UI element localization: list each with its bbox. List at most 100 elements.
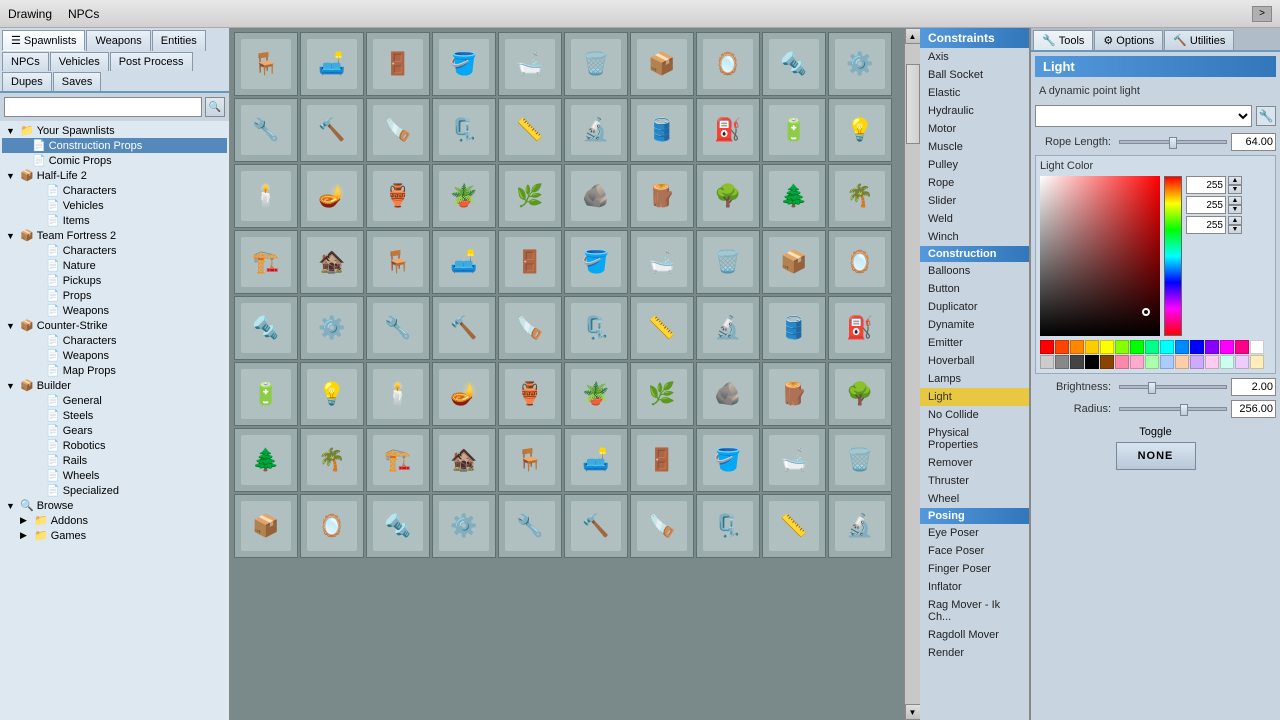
constraint-item-lamps[interactable]: Lamps: [920, 370, 1029, 388]
hue-strip[interactable]: [1164, 176, 1182, 336]
brightness-value[interactable]: [1231, 378, 1276, 396]
prop-item[interactable]: ⛽: [828, 296, 892, 360]
color-swatch-11[interactable]: [1205, 340, 1219, 354]
search-input[interactable]: [4, 97, 202, 117]
prop-item[interactable]: 🔧: [234, 98, 298, 162]
color-swatch-12[interactable]: [1220, 340, 1234, 354]
constraint-item-rag-mover---ik-ch...[interactable]: Rag Mover - Ik Ch...: [920, 596, 1029, 626]
tree-item-tf2-weapons[interactable]: 📄Weapons: [2, 303, 227, 318]
constraint-item-duplicator[interactable]: Duplicator: [920, 298, 1029, 316]
color-swatch-0[interactable]: [1040, 340, 1054, 354]
tab-utilities[interactable]: 🔨 Utilities: [1164, 30, 1234, 50]
rgb-b-up[interactable]: ▲: [1228, 216, 1242, 225]
constraint-item-elastic[interactable]: Elastic: [920, 84, 1029, 102]
color-swatch-29[interactable]: [1250, 355, 1264, 369]
constraint-item-remover[interactable]: Remover: [920, 454, 1029, 472]
tab-entities[interactable]: Entities: [152, 30, 206, 51]
tree-item-your-spawnlists[interactable]: ▼📁Your Spawnlists: [2, 123, 227, 138]
prop-item[interactable]: 🔩: [234, 296, 298, 360]
rope-length-value[interactable]: [1231, 133, 1276, 151]
prop-item[interactable]: 🔬: [564, 98, 628, 162]
prop-item[interactable]: 🔩: [366, 494, 430, 558]
prop-item[interactable]: 🏺: [498, 362, 562, 426]
constraint-item-wheel[interactable]: Wheel: [920, 490, 1029, 508]
tree-item-cs-weapons[interactable]: 📄Weapons: [2, 348, 227, 363]
prop-item[interactable]: 📏: [498, 98, 562, 162]
tree-item-tf2-props[interactable]: 📄Props: [2, 288, 227, 303]
prop-item[interactable]: 🛁: [498, 32, 562, 96]
color-swatch-20[interactable]: [1115, 355, 1129, 369]
expander[interactable]: ▼: [6, 171, 18, 181]
prop-item[interactable]: 🏚️: [432, 428, 496, 492]
color-swatch-23[interactable]: [1160, 355, 1174, 369]
prop-item[interactable]: ⚙️: [432, 494, 496, 558]
props-scrollbar[interactable]: ▲ ▼: [904, 28, 920, 720]
brightness-slider[interactable]: [1119, 385, 1227, 389]
tree-item-cs-map-props[interactable]: 📄Map Props: [2, 363, 227, 378]
constraint-item-no-collide[interactable]: No Collide: [920, 406, 1029, 424]
prop-item[interactable]: 💡: [828, 98, 892, 162]
prop-item[interactable]: 🗑️: [696, 230, 760, 294]
prop-item[interactable]: 🔧: [366, 296, 430, 360]
constraint-item-hoverball[interactable]: Hoverball: [920, 352, 1029, 370]
prop-item[interactable]: 🗜️: [696, 494, 760, 558]
prop-item[interactable]: 🪞: [696, 32, 760, 96]
prop-item[interactable]: 🔩: [762, 32, 826, 96]
constraint-item-winch[interactable]: Winch: [920, 228, 1029, 246]
prop-item[interactable]: ⛽: [696, 98, 760, 162]
rope-length-slider[interactable]: [1119, 140, 1227, 144]
color-gradient[interactable]: [1040, 176, 1160, 336]
constraint-item-inflator[interactable]: Inflator: [920, 578, 1029, 596]
expander[interactable]: ▼: [6, 501, 18, 511]
prop-item[interactable]: 🪣: [432, 32, 496, 96]
color-swatch-25[interactable]: [1190, 355, 1204, 369]
constraint-item-render[interactable]: Render: [920, 644, 1029, 662]
constraint-item-finger-poser[interactable]: Finger Poser: [920, 560, 1029, 578]
rgb-g-up[interactable]: ▲: [1228, 196, 1242, 205]
prop-item[interactable]: 🏗️: [366, 428, 430, 492]
prop-item[interactable]: ⚙️: [300, 296, 364, 360]
prop-item[interactable]: 🌳: [696, 164, 760, 228]
tree-item-hl2-characters[interactable]: 📄Characters: [2, 183, 227, 198]
constraint-item-thruster[interactable]: Thruster: [920, 472, 1029, 490]
prop-item[interactable]: 🔧: [498, 494, 562, 558]
tree-item-construction-props[interactable]: 📄Construction Props: [2, 138, 227, 153]
prop-item[interactable]: 🏚️: [300, 230, 364, 294]
tree-item-builder-general[interactable]: 📄General: [2, 393, 227, 408]
prop-item[interactable]: 🔬: [828, 494, 892, 558]
radius-slider[interactable]: [1119, 407, 1227, 411]
rgb-b-input[interactable]: [1186, 216, 1226, 234]
prop-item[interactable]: 💡: [300, 362, 364, 426]
prop-item[interactable]: 🗜️: [564, 296, 628, 360]
prop-item[interactable]: 🌿: [630, 362, 694, 426]
constraint-item-weld[interactable]: Weld: [920, 210, 1029, 228]
tree-item-hl2-vehicles[interactable]: 📄Vehicles: [2, 198, 227, 213]
rgb-r-input[interactable]: [1186, 176, 1226, 194]
color-swatch-1[interactable]: [1055, 340, 1069, 354]
constraint-item-rope[interactable]: Rope: [920, 174, 1029, 192]
color-swatch-14[interactable]: [1250, 340, 1264, 354]
prop-item[interactable]: 🏗️: [234, 230, 298, 294]
prop-item[interactable]: 🪚: [498, 296, 562, 360]
tree-item-browse-addons[interactable]: ▶📁Addons: [2, 513, 227, 528]
tree-item-browse[interactable]: ▼🔍Browse: [2, 498, 227, 513]
light-wrench-button[interactable]: 🔧: [1256, 106, 1276, 126]
color-swatch-16[interactable]: [1055, 355, 1069, 369]
constraint-item-axis[interactable]: Axis: [920, 48, 1029, 66]
prop-item[interactable]: 🪔: [432, 362, 496, 426]
color-swatch-2[interactable]: [1070, 340, 1084, 354]
prop-item[interactable]: 🌲: [234, 428, 298, 492]
tree-item-builder[interactable]: ▼📦Builder: [2, 378, 227, 393]
prop-item[interactable]: 🪨: [696, 362, 760, 426]
prop-item[interactable]: 📏: [762, 494, 826, 558]
prop-item[interactable]: 🛁: [630, 230, 694, 294]
expander[interactable]: ▶: [20, 515, 32, 526]
prop-item[interactable]: 📦: [234, 494, 298, 558]
rgb-g-input[interactable]: [1186, 196, 1226, 214]
menu-drawing[interactable]: Drawing: [8, 7, 52, 21]
prop-item[interactable]: 🪑: [234, 32, 298, 96]
toggle-button[interactable]: NONE: [1116, 442, 1196, 470]
color-swatch-6[interactable]: [1130, 340, 1144, 354]
color-swatch-18[interactable]: [1085, 355, 1099, 369]
expander[interactable]: ▼: [6, 321, 18, 331]
